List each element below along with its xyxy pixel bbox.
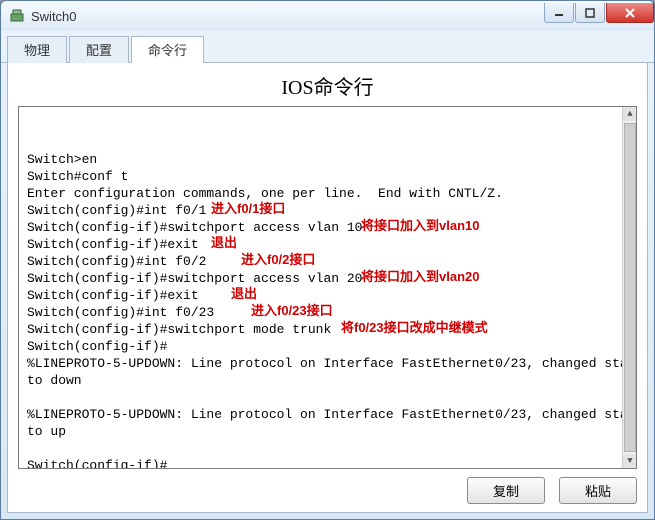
terminal-content: Switch>enSwitch#conf tEnter configuratio… (23, 111, 622, 464)
copy-button[interactable]: 复制 (467, 477, 545, 504)
terminal-line: to up (27, 423, 66, 440)
terminal-line: %LINEPROTO-5-UPDOWN: Line protocol on In… (27, 355, 637, 372)
terminal-line: Switch(config)#int f0/1 (27, 202, 206, 219)
scroll-up-button[interactable]: ▲ (623, 107, 637, 121)
paste-button[interactable]: 粘贴 (559, 477, 637, 504)
annotation: 将f0/23接口改成中继模式 (341, 319, 488, 336)
tab-config[interactable]: 配置 (69, 36, 129, 63)
annotation: 进入f0/23接口 (251, 302, 333, 319)
terminal-line: Switch(config)#int f0/23 (27, 304, 214, 321)
button-row: 复制 粘贴 (18, 469, 637, 504)
terminal-line: Switch(config-if)#switchport access vlan… (27, 219, 362, 236)
terminal[interactable]: Switch>enSwitch#conf tEnter configuratio… (18, 106, 637, 469)
terminal-line: Switch(config-if)#exit (27, 236, 199, 253)
cli-pane: IOS命令行 Switch>enSwitch#conf tEnter confi… (7, 63, 648, 513)
app-icon (9, 8, 25, 24)
annotation: 将接口加入到vlan20 (361, 268, 479, 285)
tab-physical[interactable]: 物理 (7, 36, 67, 63)
terminal-line: Switch(config-if)#exit (27, 287, 199, 304)
annotation: 将接口加入到vlan10 (361, 217, 479, 234)
annotation: 进入f0/1接口 (211, 200, 285, 217)
maximize-button[interactable] (575, 3, 605, 23)
close-button[interactable] (606, 3, 654, 23)
titlebar[interactable]: Switch0 (1, 1, 654, 31)
pane-title: IOS命令行 (18, 71, 637, 100)
annotation: 进入f0/2接口 (241, 251, 315, 268)
tab-cli[interactable]: 命令行 (131, 36, 204, 63)
tab-bar: 物理 配置 命令行 (1, 31, 654, 63)
maximize-icon (585, 8, 595, 18)
terminal-line: Switch#conf t (27, 168, 128, 185)
scrollbar[interactable]: ▲ ▼ (622, 107, 636, 468)
window-title: Switch0 (31, 9, 543, 24)
annotation: 退出 (231, 285, 257, 302)
terminal-line: to down (27, 372, 82, 389)
app-window: Switch0 物理 配置 命令行 IOS命令行 Switch>enSwitch… (0, 0, 655, 520)
terminal-line: Switch(config-if)# (27, 457, 167, 469)
terminal-line: Switch(config-if)# (27, 338, 167, 355)
annotation: 退出 (211, 234, 237, 251)
scroll-down-button[interactable]: ▼ (623, 454, 637, 468)
terminal-line: Switch(config)#int f0/2 (27, 253, 206, 270)
minimize-button[interactable] (544, 3, 574, 23)
terminal-line: Switch(config-if)#switchport access vlan… (27, 270, 362, 287)
close-icon (624, 8, 636, 18)
terminal-line: Switch>en (27, 151, 97, 168)
minimize-icon (554, 8, 564, 18)
terminal-line: Switch(config-if)#switchport mode trunk (27, 321, 331, 338)
window-controls (543, 3, 654, 25)
scroll-thumb[interactable] (624, 123, 636, 452)
terminal-line: %LINEPROTO-5-UPDOWN: Line protocol on In… (27, 406, 637, 423)
